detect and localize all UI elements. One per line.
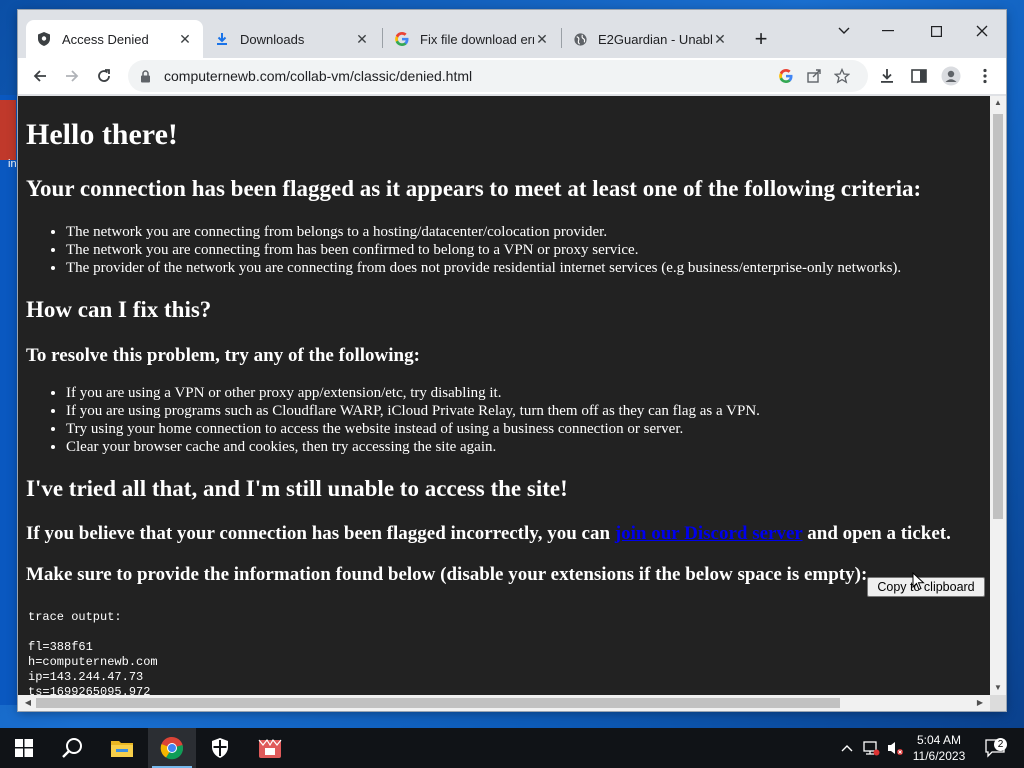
bookmark-star-icon[interactable] xyxy=(828,64,856,88)
profile-avatar-icon[interactable] xyxy=(938,64,964,88)
criteria-item: The network you are connecting from has … xyxy=(66,241,901,259)
tab-title: Fix file download erro xyxy=(420,31,534,47)
browser-toolbar: computernewb.com/collab-vm/classic/denie… xyxy=(18,58,1006,94)
url-text[interactable]: computernewb.com/collab-vm/classic/denie… xyxy=(164,68,772,84)
minimize-button[interactable] xyxy=(870,16,906,46)
criteria-item: The network you are connecting from belo… xyxy=(66,223,901,241)
fixes-list: If you are using a VPN or other proxy ap… xyxy=(26,384,760,456)
believe-paragraph: If you believe that your connection has … xyxy=(26,523,951,545)
fix-heading: How can I fix this? xyxy=(26,297,212,322)
volume-muted-icon[interactable] xyxy=(884,728,906,768)
discord-link[interactable]: join our Discord server xyxy=(615,523,803,544)
desktop-icon-fragment xyxy=(0,100,16,160)
shield-favicon-icon xyxy=(36,31,52,47)
back-button[interactable] xyxy=(26,62,54,90)
believe-prefix: If you believe that your connection has … xyxy=(26,523,615,544)
vertical-scroll-thumb[interactable] xyxy=(993,114,1003,519)
side-panel-icon[interactable] xyxy=(906,64,932,88)
tab-close-icon[interactable]: ✕ xyxy=(354,31,370,47)
criteria-item: The provider of the network you are conn… xyxy=(66,259,901,277)
maximize-button[interactable] xyxy=(918,16,954,46)
downloads-icon[interactable] xyxy=(874,64,900,88)
browser-menu-icon[interactable] xyxy=(972,64,998,88)
scroll-right-arrow-icon[interactable]: ▶ xyxy=(972,698,988,707)
forward-button[interactable] xyxy=(58,62,86,90)
tab-access-denied[interactable]: Access Denied ✕ xyxy=(26,20,203,58)
provide-info-text: Make sure to provide the information fou… xyxy=(26,564,868,585)
clock-date: 11/6/2023 xyxy=(912,749,966,763)
desktop-edge xyxy=(0,95,18,705)
mouse-cursor-icon xyxy=(912,572,925,591)
taskbar: 5:04 AM 11/6/2023 2 xyxy=(0,728,1024,768)
notification-center-icon[interactable]: 2 xyxy=(980,728,1010,768)
scroll-left-arrow-icon[interactable]: ◀ xyxy=(20,698,36,707)
fix-item: If you are using a VPN or other proxy ap… xyxy=(66,384,760,402)
file-explorer-icon[interactable] xyxy=(98,728,146,768)
search-icon[interactable] xyxy=(48,728,96,768)
resolve-heading: To resolve this problem, try any of the … xyxy=(26,345,420,366)
fix-item: If you are using programs such as Cloudf… xyxy=(66,402,760,420)
close-window-button[interactable] xyxy=(964,16,1000,46)
download-icon xyxy=(214,31,230,47)
page-content: Hello there! Your connection has been fl… xyxy=(18,96,990,695)
vertical-scrollbar[interactable]: ▲ ▼ xyxy=(990,96,1006,695)
globe-icon xyxy=(572,31,588,47)
tab-close-icon[interactable]: ✕ xyxy=(177,31,193,47)
address-bar[interactable]: computernewb.com/collab-vm/classic/denie… xyxy=(128,60,868,92)
start-button[interactable] xyxy=(0,728,48,768)
criteria-list: The network you are connecting from belo… xyxy=(26,223,901,277)
tab-close-icon[interactable]: ✕ xyxy=(712,31,728,47)
tab-fix-download[interactable]: Fix file download erro ✕ xyxy=(384,20,560,58)
show-hidden-icons-chevron-icon[interactable] xyxy=(838,728,856,768)
scroll-up-arrow-icon[interactable]: ▲ xyxy=(990,98,1006,107)
lock-icon[interactable] xyxy=(140,69,154,83)
notification-count-badge: 2 xyxy=(994,738,1007,751)
app-store-icon[interactable] xyxy=(246,728,294,768)
network-icon[interactable] xyxy=(860,728,882,768)
system-clock[interactable]: 5:04 AM 11/6/2023 xyxy=(904,732,974,764)
tab-title: Downloads xyxy=(240,31,305,47)
trace-output: trace output: fl=388f61 h=computernewb.c… xyxy=(28,610,158,695)
windows-security-icon[interactable] xyxy=(196,728,244,768)
scroll-down-arrow-icon[interactable]: ▼ xyxy=(990,683,1006,692)
desktop-icon-label: in xyxy=(8,158,17,170)
tab-search-chevron-icon[interactable] xyxy=(826,16,862,46)
flag-heading: Your connection has been flagged as it a… xyxy=(26,176,922,201)
copy-to-clipboard-button[interactable]: Copy to clipboard xyxy=(867,577,985,597)
believe-suffix: and open a ticket. xyxy=(802,523,951,544)
tab-downloads[interactable]: Downloads ✕ xyxy=(204,20,380,58)
tab-strip: Access Denied ✕ Downloads ✕ Fix file dow… xyxy=(18,10,1006,58)
google-icon xyxy=(394,31,410,47)
tab-title: Access Denied xyxy=(62,31,149,47)
tab-title: E2Guardian - Unable xyxy=(598,31,712,47)
fix-item: Clear your browser cache and cookies, th… xyxy=(66,438,760,456)
chrome-taskbar-icon[interactable] xyxy=(148,728,196,768)
reload-button[interactable] xyxy=(90,62,118,90)
scrollbar-corner xyxy=(990,695,1006,711)
tried-heading: I've tried all that, and I'm still unabl… xyxy=(26,476,568,501)
share-icon[interactable] xyxy=(800,64,828,88)
browser-window: Access Denied ✕ Downloads ✕ Fix file dow… xyxy=(18,10,1006,711)
tab-close-icon[interactable]: ✕ xyxy=(534,31,550,47)
horizontal-scroll-thumb[interactable] xyxy=(36,698,840,708)
tab-separator xyxy=(382,28,383,48)
horizontal-scrollbar[interactable]: ◀ ▶ xyxy=(18,695,990,711)
google-translate-icon[interactable] xyxy=(772,64,800,88)
new-tab-button[interactable]: + xyxy=(750,26,772,51)
fix-item: Try using your home connection to access… xyxy=(66,420,760,438)
page-title: Hello there! xyxy=(26,118,178,151)
clock-time: 5:04 AM xyxy=(916,733,962,747)
tab-e2guardian[interactable]: E2Guardian - Unable ✕ xyxy=(562,20,738,58)
